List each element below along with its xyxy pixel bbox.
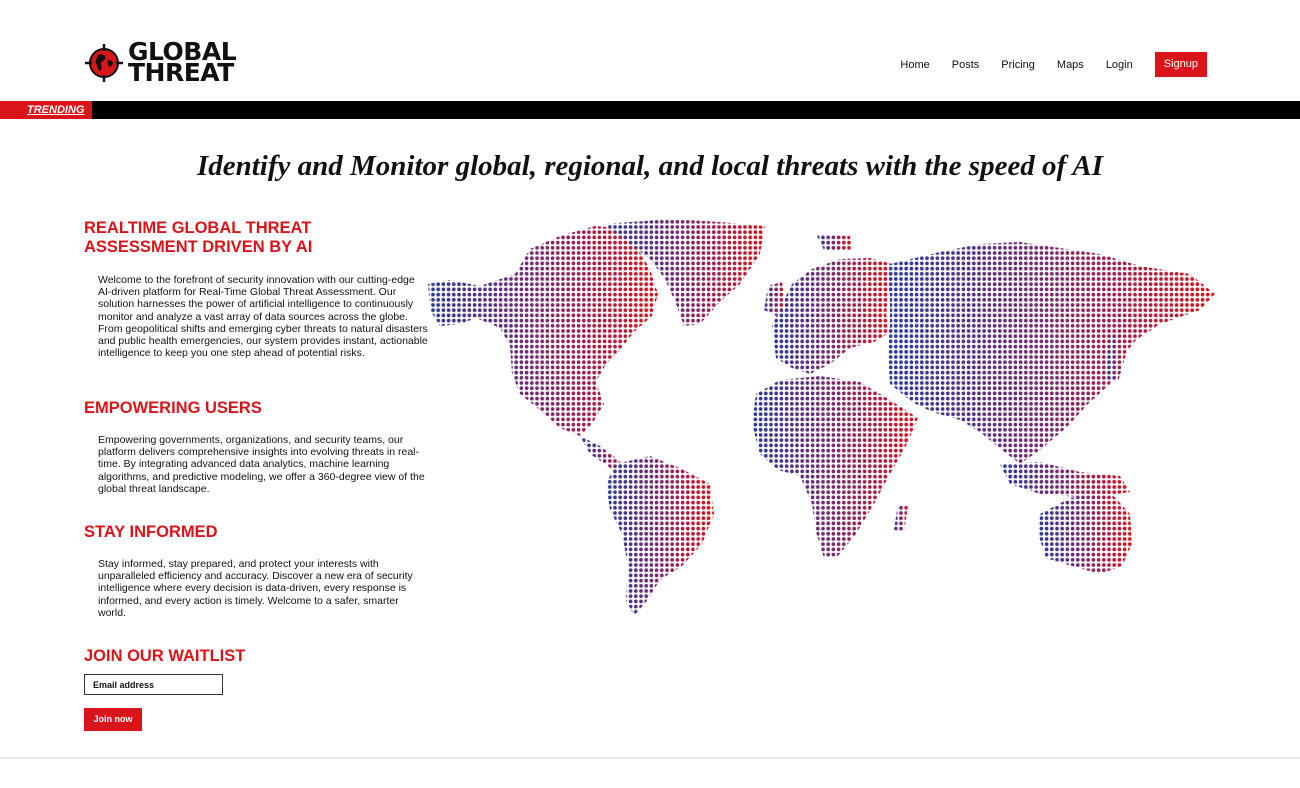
waitlist-title: JOIN OUR WAITLIST — [84, 647, 246, 665]
footer-divider — [0, 757, 1300, 759]
main-nav: Home Posts Pricing Maps Login Signup — [900, 52, 1207, 77]
trending-link[interactable]: TRENDING — [0, 101, 92, 119]
section-title-stay-informed: STAY INFORMED — [84, 523, 218, 541]
site-header: GLOBAL THREAT Home Posts Pricing Maps Lo… — [0, 0, 1300, 101]
madagascar-shape — [894, 504, 908, 532]
nav-posts[interactable]: Posts — [952, 59, 980, 71]
email-input[interactable] — [84, 674, 223, 695]
section-title-empowering: EMPOWERING USERS — [84, 399, 262, 417]
south-america-shape — [606, 456, 714, 616]
nav-login[interactable]: Login — [1106, 59, 1133, 71]
north-america-shape — [428, 226, 658, 436]
iceland-shape — [816, 234, 852, 250]
section-title-realtime: REALTIME GLOBAL THREAT ASSESSMENT DRIVEN… — [84, 219, 313, 256]
asia-shape — [888, 242, 1215, 464]
africa-shape — [752, 376, 918, 558]
europe-shape — [772, 258, 892, 374]
crosshair-globe-icon — [85, 44, 123, 82]
section-body-stay-informed: Stay informed, stay prepared, and protec… — [98, 558, 413, 619]
dotted-world-map — [428, 219, 1215, 616]
continents — [428, 219, 1215, 616]
nav-pricing[interactable]: Pricing — [1001, 59, 1035, 71]
trending-bar: TRENDING — [0, 101, 1300, 119]
join-now-button[interactable]: Join now — [84, 708, 142, 731]
hero-title: Identify and Monitor global, regional, a… — [196, 150, 1104, 182]
section-body-empowering: Empowering governments, organizations, a… — [98, 434, 425, 495]
brand-wordmark: GLOBAL THREAT — [128, 39, 237, 87]
brand-line2: THREAT — [128, 58, 234, 87]
nav-home[interactable]: Home — [900, 59, 929, 71]
brand-logo[interactable]: GLOBAL THREAT — [84, 39, 244, 87]
signup-button[interactable]: Signup — [1154, 52, 1207, 77]
section-body-realtime: Welcome to the forefront of security inn… — [98, 274, 428, 360]
australia-shape — [1038, 492, 1132, 574]
nav-maps[interactable]: Maps — [1057, 59, 1084, 71]
